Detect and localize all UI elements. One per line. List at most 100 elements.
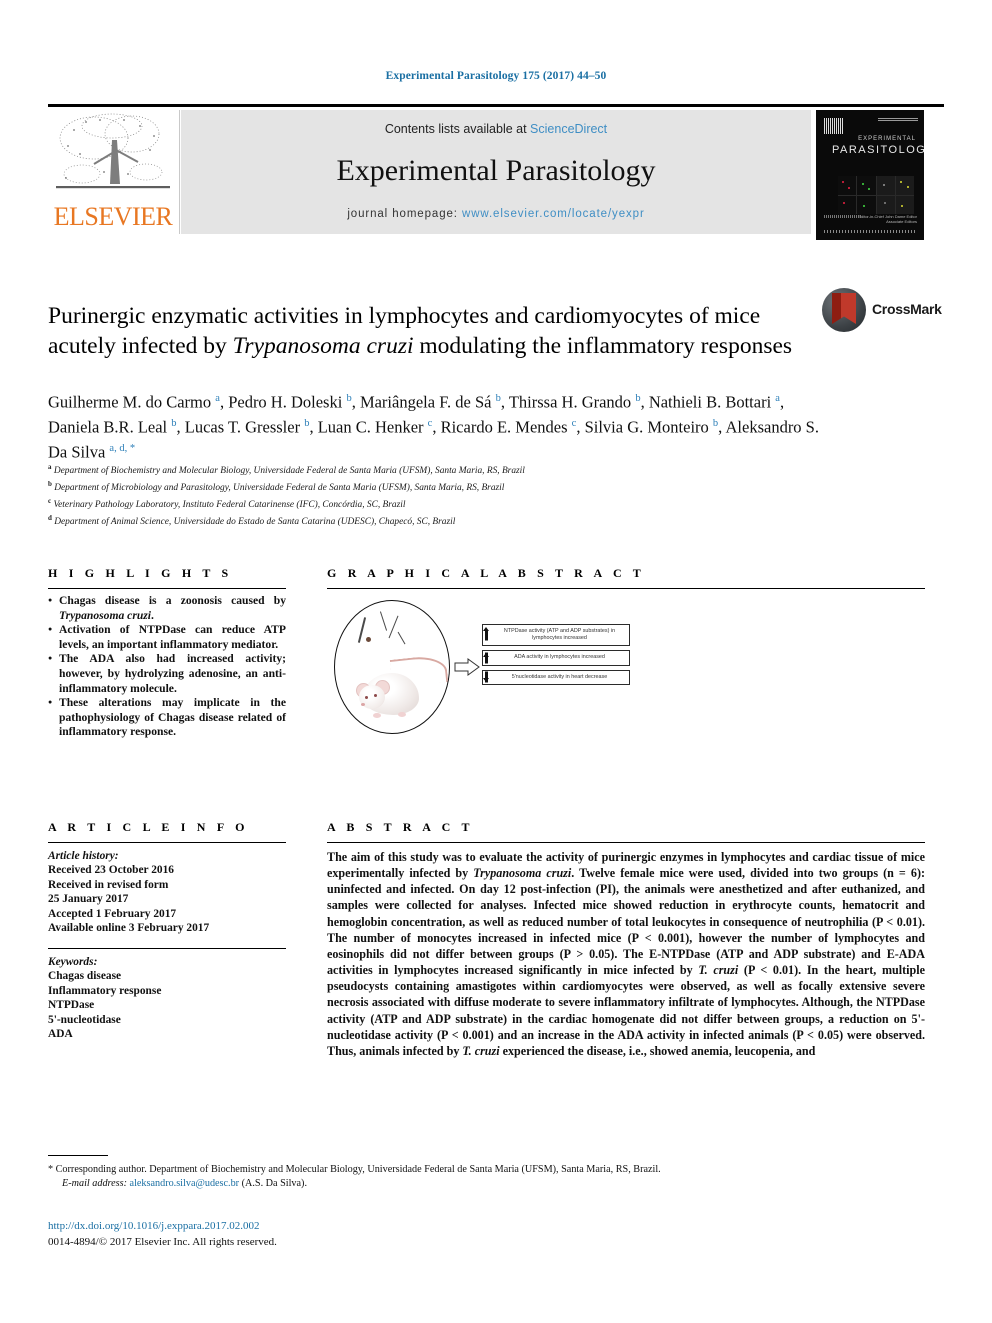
mouse-nose [361,703,365,706]
graphical-abstract-boxes: NTPDase activity (ATP and ADP substrates… [482,624,630,689]
affiliation-item: b Department of Microbiology and Parasit… [48,479,505,494]
article-history-block: Article history: Received 23 October 2016… [48,849,286,935]
highlights-heading: H I G H L I G H T S [48,566,233,580]
abstract-text: The aim of this study was to evaluate th… [327,850,925,1058]
flow-arrow-icon [454,658,480,676]
article-info-heading: A R T I C L E I N F O [48,820,249,834]
page-title-block: Purinergic enzymatic activities in lymph… [48,285,808,376]
graphical-abstract-box-text: NTPDase activity (ATP and ADP substrates… [503,628,616,642]
trend-arrow-up-icon [483,627,490,631]
highlights-rule [48,588,286,590]
affiliation-marker: d [48,513,52,522]
email-label: E-mail address: [62,1178,127,1189]
parasite-shape [379,611,388,631]
crossmark-bookmark-shape [832,293,856,324]
elsevier-wordmark: ELSEVIER [53,202,173,231]
email-line: E-mail address: aleksandro.silva@udesc.b… [48,1177,928,1191]
article-history-line: Available online 3 February 2017 [48,922,210,935]
highlights-list: Chagas disease is a zoonosis caused by T… [48,593,286,740]
keywords-label: Keywords: [48,956,98,968]
graphical-abstract-figure: NTPDase activity (ATP and ADP substrates… [330,596,928,746]
title-part-2: modulating the inflammatory responses [413,332,793,359]
sciencedirect-link[interactable]: ScienceDirect [530,122,607,136]
cover-title-small: EXPERIMENTAL [858,136,916,142]
keywords-block: Keywords: Chagas disease Inflammatory resp… [48,955,286,1041]
graphical-abstract-box-text: 5'nucleotidase activity in heart decreas… [511,673,608,680]
doi-link[interactable]: http://dx.doi.org/10.1016/j.exppara.2017… [48,1220,260,1232]
contents-lists-line: Contents lists available at ScienceDirec… [181,122,811,136]
homepage-url-link[interactable]: www.elsevier.com/locate/yexpr [462,208,645,220]
cover-image-grid [838,176,914,214]
graphical-abstract-rule [327,588,925,590]
abstract-heading: A B S T R A C T [327,820,474,834]
article-history-line: 25 January 2017 [48,893,129,906]
cover-title-large: PARASITOLOGY [832,144,924,156]
mouse-foot [398,712,406,717]
corresponding-text: Corresponding author. Department of Bioc… [55,1164,661,1175]
abstract-rule [327,842,925,844]
homepage-label: journal homepage: [347,208,462,220]
keyword-item: NTPDase [48,999,95,1012]
parasite-shape [357,617,366,643]
journal-homepage-line: journal homepage: www.elsevier.com/locat… [181,208,811,220]
cover-left-marks [824,215,862,218]
parasite-shape [388,615,399,639]
cover-topright-text [878,118,918,122]
article-history-label: Article history: [48,850,119,862]
trend-arrow-up-icon [483,653,490,658]
page-title: Purinergic enzymatic activities in lymph… [48,301,808,361]
copyright-line: 0014-4894/© 2017 Elsevier Inc. All right… [48,1236,277,1248]
graphical-abstract-box-text: ADA activity in lymphocytes increased [514,654,605,661]
article-info-rule-2 [48,948,286,950]
cover-bottom-marks [824,230,916,233]
author-list: Guilherme M. do Carmo a, Pedro H. Dolesk… [48,392,819,462]
article-history-line: Received in revised form [48,878,169,891]
highlight-item: Chagas disease is a zoonosis caused by T… [48,593,286,623]
keyword-item: 5'-nucleotidase [48,1013,121,1026]
affiliation-list: a Department of Biochemistry and Molecul… [48,461,838,529]
elsevier-tree-icon [56,113,170,189]
trend-arrow-shaft [485,629,488,641]
mouse-eye-right [374,694,377,697]
crossmark-label: CrossMark [872,301,942,317]
contents-prefix-text: Contents lists available at [384,122,531,136]
keyword-item: Chagas disease [48,970,122,983]
affiliation-marker: c [48,496,52,505]
highlight-item: Activation of NTPDase can reduce ATP lev… [48,622,286,652]
graphical-abstract-box: 5'nucleotidase activity in heart decreas… [482,669,630,685]
journal-masthead: ELSEVIER Contents lists available at Sci… [48,104,944,240]
parasite-shape [366,637,371,642]
highlight-item: The ADA also had increased activity; how… [48,651,286,696]
email-suffix: (A.S. Da Silva). [241,1178,307,1189]
affiliation-marker: b [48,479,52,488]
affiliation-item: c Veterinary Pathology Laboratory, Insti… [48,496,406,510]
journal-title: Experimental Parasitology [336,154,656,187]
mouse-foot [373,713,381,718]
corresponding-author-note: * Corresponding author. Department of Bi… [48,1163,928,1191]
journal-cover-thumbnail: EXPERIMENTAL PARASITOLOGY Editor-in-Chie… [816,110,924,240]
corresponding-marker: * [48,1164,54,1175]
graphical-abstract-box: ADA activity in lymphocytes increased [482,650,630,666]
keyword-item: Inflammatory response [48,984,162,997]
journal-article-page: Experimental Parasitology 175 (2017) 44–… [0,0,992,1323]
footnote-rule [48,1155,108,1156]
trend-arrow-down-icon [483,677,490,682]
title-species-italic: Trypanosoma cruzi [232,332,414,359]
crossmark-icon [822,288,866,332]
mouse-eye-left [365,696,368,699]
contents-band: Contents lists available at ScienceDirec… [181,110,811,234]
email-link[interactable]: aleksandro.silva@udesc.br [130,1178,240,1189]
masthead-top-rule [48,104,944,107]
running-head: Experimental Parasitology 175 (2017) 44–… [385,70,607,82]
article-history-line: Accepted 1 February 2017 [48,907,177,920]
article-info-rule [48,842,286,844]
graphical-abstract-box: NTPDase activity (ATP and ADP substrates… [482,624,630,647]
article-history-line: Received 23 October 2016 [48,864,175,877]
affiliation-item: a Department of Biochemistry and Molecul… [48,463,525,477]
mouse-illustration [334,600,450,734]
elsevier-logo-block: ELSEVIER [48,110,180,234]
crossmark-badge[interactable]: CrossMark [822,288,942,334]
affiliation-marker: a [48,463,52,471]
keyword-item: ADA [48,1028,73,1041]
parasite-shape [397,631,406,645]
